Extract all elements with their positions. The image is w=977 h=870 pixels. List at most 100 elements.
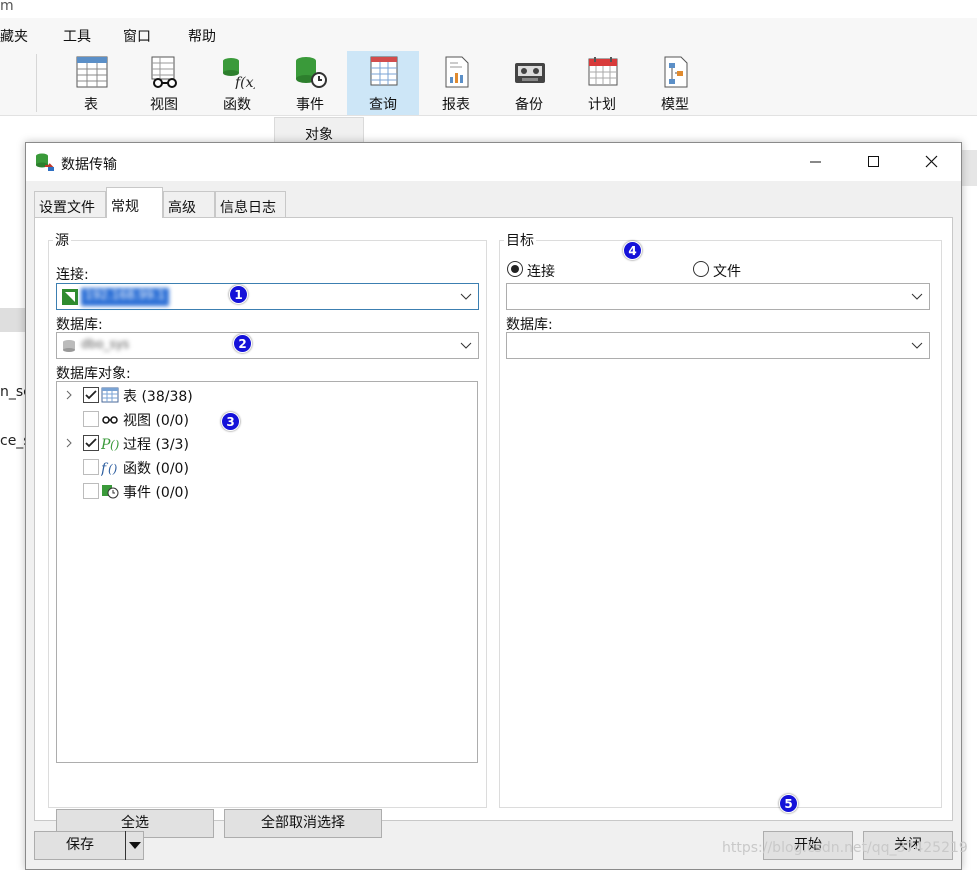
chevron-down-icon [460,342,472,349]
table-icon [76,56,108,88]
query-icon [370,56,398,86]
toolbar-backup-button[interactable]: 备份 [493,51,565,115]
source-connection-select[interactable]: 192.168.99.1 [56,283,479,310]
dialog-titlebar: 数据传输 [26,143,961,181]
event-icon [102,485,119,499]
annotation-marker-4: 4 [623,241,642,260]
target-file-radio-label[interactable]: 文件 [713,261,741,281]
minimize-icon [810,161,821,163]
minimize-button[interactable] [786,143,844,181]
annotation-marker-3: 3 [221,412,240,431]
annotation-marker-2: 2 [233,334,252,353]
target-connection-radio-label[interactable]: 连接 [527,261,555,281]
tree-item-label: 事件 (0/0) [123,485,189,501]
toolbar-function-button[interactable]: f(x) 函数 [201,51,273,115]
target-database-label: 数据库: [506,317,553,333]
data-transfer-dialog: 数据传输 设置文件 常规 高级 信息日志 源 连接: 192.168.99.1 … [25,142,962,870]
general-panel: 源 连接: 192.168.99.1 数据库: dbo_sys 数据库对象: 表… [34,217,953,838]
target-file-radio[interactable] [693,261,709,277]
toolbar-view-button[interactable]: 视图 [128,51,200,115]
chevron-down-icon [460,293,472,300]
menu-help[interactable]: 帮助 [188,26,216,46]
source-database-label: 数据库: [56,317,103,333]
tree-item-label: 表 (38/38) [123,389,193,405]
tab-advanced[interactable]: 高级 [163,191,215,217]
menu-window[interactable]: 窗口 [123,26,151,46]
source-connection-label: 连接: [56,267,89,283]
menu-favorites[interactable]: 藏夹 [0,26,28,46]
backup-tape-icon [515,63,545,83]
view-glasses-icon [102,416,118,424]
app-title-fragment: m [0,0,14,14]
event-database-clock-icon [296,57,327,88]
chevron-right-icon[interactable] [64,437,74,449]
background-panel-edge [960,150,977,186]
tree-item-label: 函数 (0/0) [123,461,189,477]
toolbar-schedule-button[interactable]: 计划 [566,51,638,115]
tab-profile[interactable]: 设置文件 [34,191,106,217]
menu-tools[interactable]: 工具 [63,26,91,46]
tab-log[interactable]: 信息日志 [215,191,286,217]
target-database-value [531,337,539,355]
target-connection-value [531,288,539,306]
maximize-icon [868,156,879,167]
chevron-right-icon[interactable] [64,389,74,401]
target-connection-select[interactable] [506,283,930,310]
toolbar-label: 查询 [369,97,397,113]
checkbox-events[interactable] [83,483,99,499]
function-icon: f(x) [223,58,255,89]
checkbox-views[interactable] [83,411,99,427]
source-connection-value: 192.168.99.1 [81,288,170,306]
tree-item-tables[interactable]: 表 (38/38) [57,383,477,407]
toolbar-label: 计划 [588,97,616,113]
annotation-marker-5: 5 [779,794,798,813]
toolbar-label: 报表 [442,97,470,113]
model-icon [664,56,688,88]
toolbar-report-button[interactable]: 报表 [420,51,492,115]
caret-down-icon [129,842,141,849]
tree-item-views[interactable]: 视图 (0/0) [57,407,477,431]
close-window-button[interactable] [902,143,960,181]
toolbar-table-button[interactable]: 表 [55,51,127,115]
tree-item-functions[interactable]: f() 函数 (0/0) [57,455,477,479]
database-objects-tree[interactable]: 表 (38/38) 视图 (0/0) P() 过程 (3/3) f() 函数 (… [56,381,478,763]
source-database-select[interactable]: dbo_sys [56,332,479,359]
maximize-button[interactable] [844,143,902,181]
chevron-down-icon [911,342,923,349]
main-toolbar: 表 视图 f(x) 函数 事件 查询 报表 备份 计划 模型 [0,48,977,116]
deselect-all-button[interactable]: 全部取消选择 [224,809,382,838]
toolbar-query-button[interactable]: 查询 [347,51,419,115]
check-icon [85,438,97,448]
save-dropdown-button[interactable] [125,831,144,860]
check-icon [85,390,97,400]
svg-text:(): () [108,462,118,476]
objects-tab[interactable]: 对象 [274,117,364,145]
database-objects-label: 数据库对象: [56,366,131,382]
tab-general[interactable]: 常规 [106,187,163,218]
report-icon [445,56,469,88]
toolbar-model-button[interactable]: 模型 [639,51,711,115]
target-connection-radio[interactable] [507,261,523,277]
toolbar-label: 模型 [661,97,689,113]
target-group: 目标 [499,230,942,808]
chevron-down-icon [911,293,923,300]
dialog-title: 数据传输 [61,157,117,173]
close-icon [925,155,938,168]
source-legend: 源 [55,233,69,249]
checkbox-procedures[interactable] [83,435,99,451]
target-database-select[interactable] [506,332,930,359]
svg-text:(): () [110,438,119,452]
watermark: https://blog.csdn.net/qq_37425219 [722,840,968,856]
toolbar-label: 事件 [296,97,324,113]
tree-item-events[interactable]: 事件 (0/0) [57,479,477,503]
sidebar-selected-row[interactable] [0,308,26,332]
checkbox-functions[interactable] [83,459,99,475]
target-legend: 目标 [506,233,534,249]
toolbar-label: 视图 [150,97,178,113]
tree-item-procedures[interactable]: P() 过程 (3/3) [57,431,477,455]
checkbox-tables[interactable] [83,387,99,403]
toolbar-event-button[interactable]: 事件 [274,51,346,115]
schedule-calendar-icon [588,57,618,86]
tree-item-label: 视图 (0/0) [123,413,189,429]
toolbar-label: 备份 [515,97,543,113]
